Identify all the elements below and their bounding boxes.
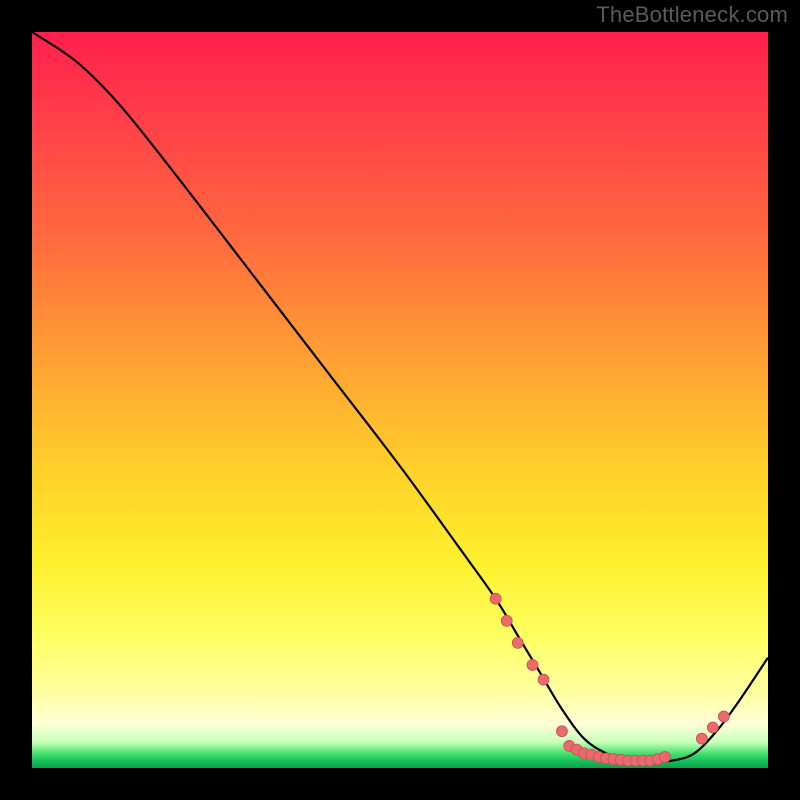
curve-marker [538, 674, 549, 685]
chart-frame: TheBottleneck.com [0, 0, 800, 800]
curve-markers [490, 593, 729, 766]
curve-marker [659, 751, 670, 762]
bottleneck-curve [32, 32, 768, 761]
curve-marker [718, 711, 729, 722]
curve-marker [556, 726, 567, 737]
curve-marker [512, 637, 523, 648]
curve-marker [707, 722, 718, 733]
curve-marker [501, 615, 512, 626]
plot-area [30, 30, 770, 770]
curve-marker [696, 733, 707, 744]
watermark-text: TheBottleneck.com [596, 2, 788, 28]
curve-marker [527, 659, 538, 670]
curve-marker [490, 593, 501, 604]
curve-svg [32, 32, 768, 768]
